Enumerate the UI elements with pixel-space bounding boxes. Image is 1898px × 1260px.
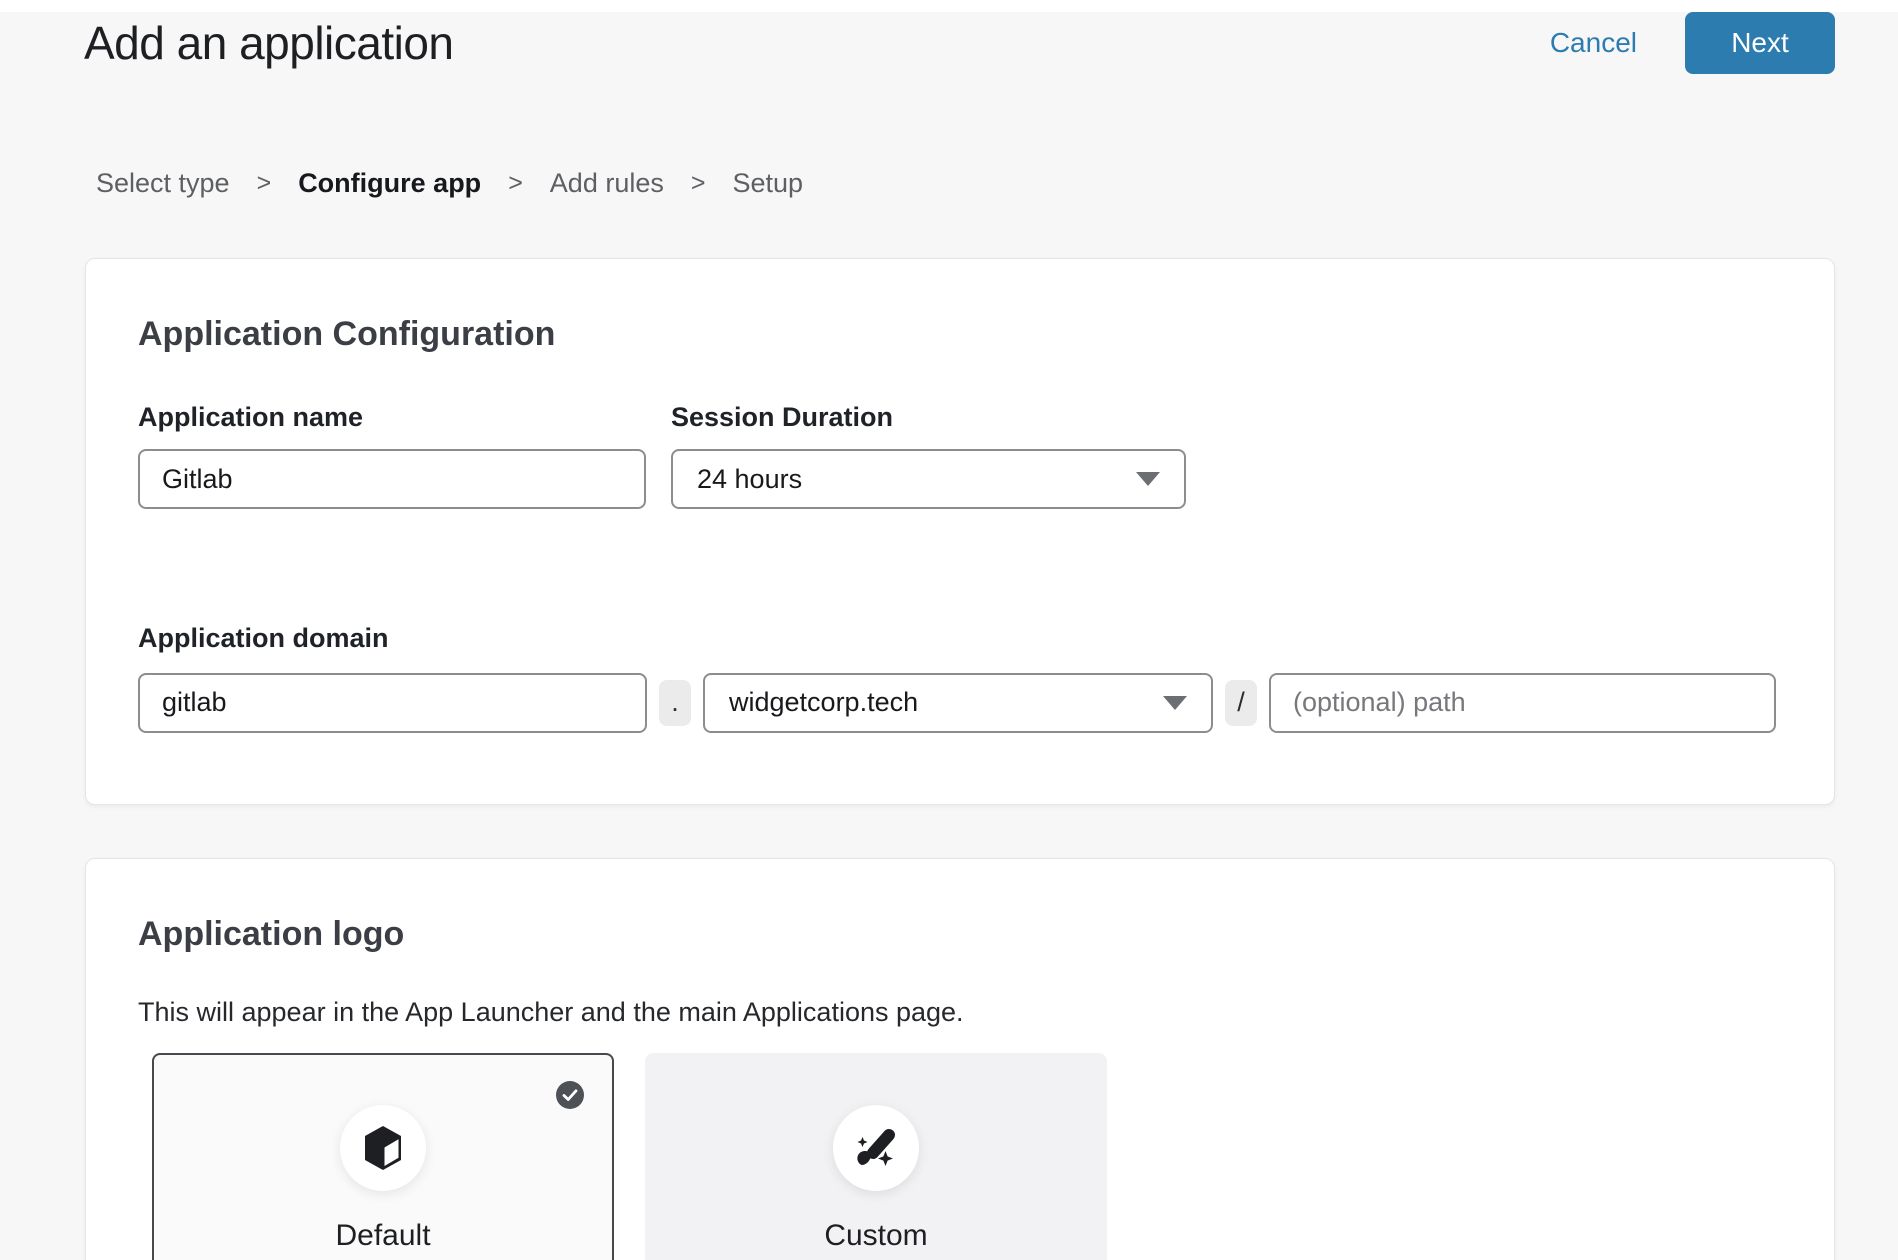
paintbrush-icon bbox=[853, 1125, 899, 1171]
chevron-down-icon bbox=[1136, 472, 1160, 486]
application-domain-row: . widgetcorp.tech / bbox=[138, 672, 1782, 733]
header-actions: Cancel Next bbox=[1550, 12, 1835, 74]
chevron-down-icon bbox=[1163, 696, 1187, 710]
name-session-labels-row: Application name Session Duration bbox=[138, 401, 1782, 433]
logo-option-custom[interactable]: Custom bbox=[645, 1053, 1107, 1260]
default-logo-circle bbox=[340, 1105, 426, 1191]
session-duration-select[interactable]: 24 hours bbox=[671, 449, 1186, 509]
application-domain-label: Application domain bbox=[138, 622, 1782, 654]
logo-options: Default Custom bbox=[152, 1053, 1782, 1260]
cancel-link[interactable]: Cancel bbox=[1550, 27, 1637, 59]
custom-logo-circle bbox=[833, 1105, 919, 1191]
logo-option-custom-label: Custom bbox=[824, 1219, 927, 1253]
logo-option-default-label: Default bbox=[335, 1219, 430, 1253]
cube-icon bbox=[362, 1125, 404, 1171]
breadcrumb-separator: > bbox=[691, 169, 706, 198]
slash-separator: / bbox=[1225, 680, 1257, 726]
breadcrumb: Select type > Configure app > Add rules … bbox=[96, 168, 803, 199]
breadcrumb-separator: > bbox=[508, 169, 523, 198]
application-configuration-card: Application Configuration Application na… bbox=[85, 258, 1835, 805]
domain-select[interactable]: widgetcorp.tech bbox=[703, 673, 1213, 733]
application-logo-card: Application logo This will appear in the… bbox=[85, 858, 1835, 1260]
dot-separator: . bbox=[659, 680, 691, 726]
header-top-strip bbox=[0, 0, 1898, 12]
application-name-input[interactable] bbox=[138, 449, 646, 509]
application-logo-heading: Application logo bbox=[138, 913, 1782, 955]
breadcrumb-separator: > bbox=[257, 169, 272, 198]
breadcrumb-step-setup[interactable]: Setup bbox=[732, 168, 803, 199]
add-application-page: Add an application Cancel Next Select ty… bbox=[0, 0, 1898, 1260]
name-session-inputs-row: 24 hours bbox=[138, 449, 1782, 509]
path-input[interactable] bbox=[1269, 673, 1776, 733]
check-badge-icon bbox=[556, 1081, 584, 1109]
application-configuration-heading: Application Configuration bbox=[138, 313, 1782, 355]
breadcrumb-step-configure-app[interactable]: Configure app bbox=[298, 168, 481, 199]
breadcrumb-step-select-type[interactable]: Select type bbox=[96, 168, 230, 199]
next-button[interactable]: Next bbox=[1685, 12, 1835, 74]
application-logo-description: This will appear in the App Launcher and… bbox=[138, 995, 1782, 1029]
application-name-label: Application name bbox=[138, 401, 671, 433]
logo-option-default[interactable]: Default bbox=[152, 1053, 614, 1260]
breadcrumb-step-add-rules[interactable]: Add rules bbox=[550, 168, 664, 199]
domain-select-value: widgetcorp.tech bbox=[729, 687, 918, 718]
session-duration-label: Session Duration bbox=[671, 401, 1191, 433]
page-title: Add an application bbox=[84, 16, 454, 70]
session-duration-value: 24 hours bbox=[697, 464, 802, 495]
subdomain-input[interactable] bbox=[138, 673, 647, 733]
